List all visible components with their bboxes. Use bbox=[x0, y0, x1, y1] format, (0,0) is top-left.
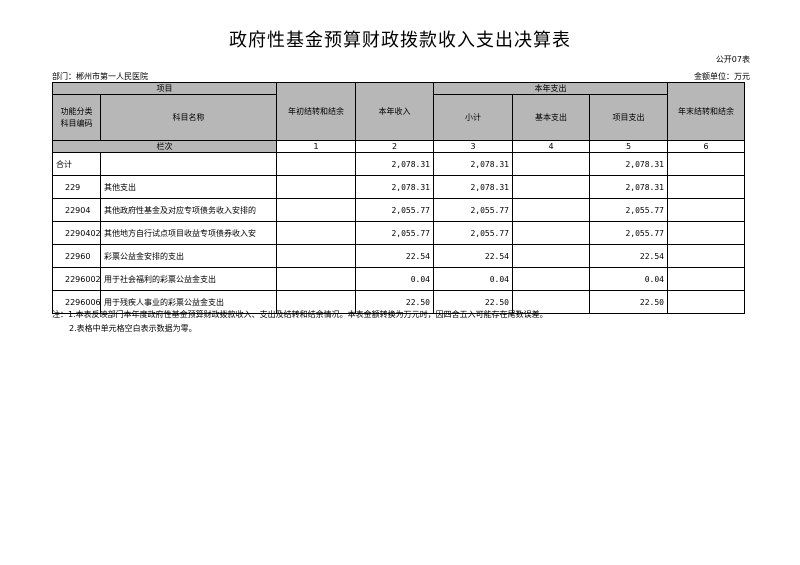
row-current-income: 2,055.77 bbox=[355, 198, 434, 222]
row-opening-balance bbox=[276, 152, 356, 176]
row-current-income: 2,078.31 bbox=[355, 175, 434, 199]
row-current-income: 0.04 bbox=[355, 267, 434, 291]
row-closing-balance bbox=[667, 175, 745, 199]
row-project-expenditure: 2,055.77 bbox=[589, 221, 668, 245]
row-project-expenditure: 2,055.77 bbox=[589, 198, 668, 222]
header-current-income: 本年收入 bbox=[355, 82, 434, 141]
row-project-expenditure: 22.54 bbox=[589, 244, 668, 268]
row-code: 2290402 bbox=[52, 221, 101, 245]
header-basic-expenditure: 基本支出 bbox=[512, 94, 590, 141]
row-closing-balance bbox=[667, 267, 745, 291]
row-current-income: 22.54 bbox=[355, 244, 434, 268]
row-subject-name: 用于社会福利的彩票公益金支出 bbox=[100, 267, 277, 291]
row-current-income: 2,078.31 bbox=[355, 152, 434, 176]
row-basic-expenditure bbox=[512, 267, 590, 291]
table-row: 22904 其他政府性基金及对应专项债务收入安排的 2,055.77 2,055.77… bbox=[52, 198, 745, 222]
row-code: 229 bbox=[52, 175, 101, 199]
table-row: 合计 2,078.31 2,078.31 2,078.31 bbox=[52, 152, 745, 176]
row-basic-expenditure bbox=[512, 221, 590, 245]
row-subject-name: 其他地方自行试点项目收益专项债券收入安 bbox=[100, 221, 277, 245]
row-closing-balance bbox=[667, 290, 745, 314]
row-basic-expenditure bbox=[512, 175, 590, 199]
header-opening-balance: 年初结转和结余 bbox=[276, 82, 356, 141]
row-closing-balance bbox=[667, 198, 745, 222]
row-subtotal: 2,055.77 bbox=[433, 221, 513, 245]
row-opening-balance bbox=[276, 244, 356, 268]
table-row: 2290402 其他地方自行试点项目收益专项债券收入安 2,055.77 2,055.… bbox=[52, 221, 745, 245]
row-project-expenditure: 2,078.31 bbox=[589, 152, 668, 176]
row-subtotal: 0.04 bbox=[433, 267, 513, 291]
row-subtotal: 2,055.77 bbox=[433, 198, 513, 222]
row-current-income: 2,055.77 bbox=[355, 221, 434, 245]
column-number: 3 bbox=[433, 140, 513, 153]
row-project-expenditure: 0.04 bbox=[589, 267, 668, 291]
row-opening-balance bbox=[276, 198, 356, 222]
table-row: 22960 彩票公益金安排的支出 22.54 22.54 22.54 bbox=[52, 244, 745, 268]
final-accounts-table: 项目 年初结转和结余 本年收入 本年支出 年末结转和结余 功能分类 科目编码 科… bbox=[52, 82, 745, 314]
row-project-expenditure: 22.50 bbox=[589, 290, 668, 314]
row-basic-expenditure bbox=[512, 152, 590, 176]
row-closing-balance bbox=[667, 221, 745, 245]
row-opening-balance bbox=[276, 175, 356, 199]
header-column-index: 栏次 bbox=[52, 140, 277, 153]
amount-unit-label: 金额单位：万元 bbox=[694, 72, 750, 81]
table-header: 项目 年初结转和结余 本年收入 本年支出 年末结转和结余 功能分类 科目编码 科… bbox=[52, 82, 745, 153]
header-func-code: 功能分类 科目编码 bbox=[52, 94, 101, 141]
row-subject-name: 其他支出 bbox=[100, 175, 277, 199]
table-code: 公开07表 bbox=[715, 55, 750, 64]
row-code: 22904 bbox=[52, 198, 101, 222]
header-subtotal: 小计 bbox=[433, 94, 513, 141]
row-closing-balance bbox=[667, 244, 745, 268]
footnote-2: 2.表格中单元格空白表示数据为零。 bbox=[69, 324, 197, 333]
row-code: 2296002 bbox=[52, 267, 101, 291]
table-row: 2296002 用于社会福利的彩票公益金支出 0.04 0.04 0.04 bbox=[52, 267, 745, 291]
row-subject-name: 其他政府性基金及对应专项债务收入安排的 bbox=[100, 198, 277, 222]
row-subtotal: 22.54 bbox=[433, 244, 513, 268]
column-number: 1 bbox=[276, 140, 356, 153]
header-project-expenditure: 项目支出 bbox=[589, 94, 668, 141]
row-subtotal: 2,078.31 bbox=[433, 152, 513, 176]
footnotes: 注：1.本表反映部门本年度政府性基金预算财政拨款收入、支出及结转和结余情况。本表… bbox=[52, 308, 548, 336]
table-body: 合计 2,078.31 2,078.31 2,078.31 229 其他支出 2,078.3… bbox=[52, 152, 745, 314]
row-code: 合计 bbox=[52, 152, 101, 176]
row-opening-balance bbox=[276, 267, 356, 291]
report-title: 政府性基金预算财政拨款收入支出决算表 bbox=[229, 30, 571, 51]
row-opening-balance bbox=[276, 221, 356, 245]
row-subtotal: 2,078.31 bbox=[433, 175, 513, 199]
row-basic-expenditure bbox=[512, 198, 590, 222]
row-subject-name bbox=[100, 152, 277, 176]
row-closing-balance bbox=[667, 152, 745, 176]
table-row: 229 其他支出 2,078.31 2,078.31 2,078.31 bbox=[52, 175, 745, 199]
footnote-1: 注：1.本表反映部门本年度政府性基金预算财政拨款收入、支出及结转和结余情况。本表… bbox=[52, 310, 548, 319]
header-current-expenditure: 本年支出 bbox=[433, 82, 668, 95]
header-closing-balance: 年末结转和结余 bbox=[667, 82, 745, 141]
column-number: 4 bbox=[512, 140, 590, 153]
header-subject-name: 科目名称 bbox=[100, 94, 277, 141]
row-subject-name: 彩票公益金安排的支出 bbox=[100, 244, 277, 268]
row-project-expenditure: 2,078.31 bbox=[589, 175, 668, 199]
column-number: 5 bbox=[589, 140, 668, 153]
column-number: 6 bbox=[667, 140, 745, 153]
row-basic-expenditure bbox=[512, 244, 590, 268]
column-number: 2 bbox=[355, 140, 434, 153]
row-code: 22960 bbox=[52, 244, 101, 268]
header-project: 项目 bbox=[52, 82, 277, 95]
department-label: 部门：郴州市第一人民医院 bbox=[52, 72, 148, 81]
